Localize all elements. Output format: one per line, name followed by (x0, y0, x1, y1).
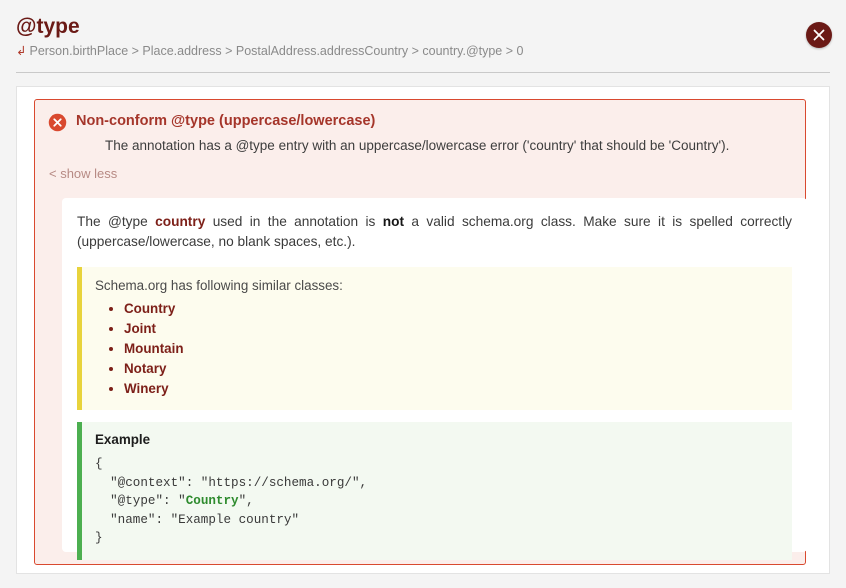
close-button[interactable] (806, 22, 832, 48)
close-icon (813, 29, 825, 41)
alert-title: Non-conform @type (uppercase/lowercase) (76, 113, 376, 129)
explanation-part-2: used in the annotation is (205, 214, 383, 229)
subdirectory-arrow-right-icon: ↲ (16, 44, 27, 58)
explanation-term: country (155, 214, 206, 229)
similar-classes-box: Schema.org has following similar classes… (77, 267, 792, 410)
alert-header: Non-conform @type (uppercase/lowercase) (48, 112, 792, 132)
error-alert-box: Non-conform @type (uppercase/lowercase) … (34, 99, 807, 565)
alert-description: The annotation has a @type entry with an… (105, 138, 730, 153)
similar-classes-heading: Schema.org has following similar classes… (95, 278, 343, 293)
example-box: Example { "@context": "https://schema.or… (77, 422, 792, 560)
list-item: Joint (124, 319, 780, 339)
error-circle-icon (48, 113, 67, 132)
code-line-3-post: ", (238, 494, 254, 508)
page-title: @type (16, 15, 80, 38)
code-line-4: "name": "Example country" (95, 512, 300, 527)
show-less-toggle[interactable]: < show less (49, 166, 792, 181)
example-heading: Example (95, 432, 151, 447)
breadcrumb-path: Person.birthPlace > Place.address > Post… (29, 44, 524, 58)
code-line-1: { (95, 457, 103, 471)
list-item: Notary (124, 359, 780, 379)
list-item: Mountain (124, 339, 780, 359)
example-code-block: { "@context": "https://schema.org/", "@t… (95, 455, 780, 548)
breadcrumb: ↲ Person.birthPlace > Place.address > Pos… (16, 43, 830, 59)
explanation-negation: not (382, 214, 405, 229)
explanation-text: The @type country used in the annotation… (77, 212, 792, 252)
list-item: Country (124, 299, 780, 319)
header-divider (16, 72, 830, 73)
list-item: Winery (124, 379, 780, 399)
explanation-part-1: The @type (77, 214, 156, 229)
page-header: @type ↲ Person.birthPlace > Place.address… (0, 0, 846, 59)
detail-panel: The @type country used in the annotation… (62, 198, 807, 560)
code-line-2: "@context": "https://schema.org/", (95, 475, 368, 490)
code-line-3-highlight: Country (185, 494, 239, 508)
result-card: Non-conform @type (uppercase/lowercase) … (16, 86, 830, 574)
similar-classes-list: Country Joint Mountain Notary Winery (95, 299, 780, 399)
code-line-5: } (95, 531, 103, 545)
code-line-3-pre: "@type": " (95, 494, 186, 508)
